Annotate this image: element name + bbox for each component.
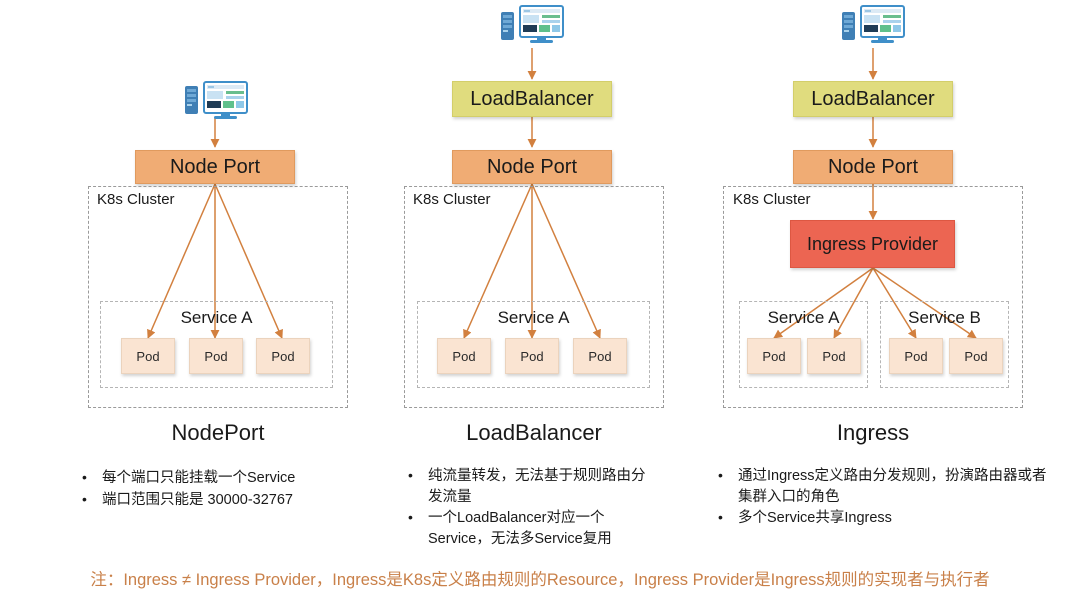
pod-box[interactable]: Pod: [949, 338, 1003, 374]
list-item: • 一个LoadBalancer对应一个Service，无法多Service复用: [408, 508, 658, 549]
bullet-dot-icon: •: [82, 469, 87, 485]
list-item: • 每个端口只能挂载一个Service: [82, 468, 382, 489]
diagram-canvas: Node Port K8s Cluster Service A Pod Pod …: [0, 0, 1080, 601]
list-item: • 通过Ingress定义路由分发规则，扮演路由器或者集群入口的角色: [718, 466, 1048, 507]
pod-box[interactable]: Pod: [573, 338, 627, 374]
bullet-list-nodeport: • 每个端口只能挂载一个Service • 端口范围只能是 30000-3276…: [82, 468, 382, 511]
service-label: Service A: [767, 308, 840, 327]
node-port-box[interactable]: Node Port: [135, 150, 295, 184]
k8s-cluster-label: K8s Cluster: [733, 191, 811, 208]
pod-box[interactable]: Pod: [747, 338, 801, 374]
node-port-box[interactable]: Node Port: [793, 150, 953, 184]
k8s-cluster-label: K8s Cluster: [413, 191, 491, 208]
list-item: • 端口范围只能是 30000-32767: [82, 490, 382, 511]
list-item: • 纯流量转发，无法基于规则路由分发流量: [408, 466, 658, 507]
column-caption-loadbalancer: LoadBalancer: [466, 420, 602, 445]
computer-server-icon: [185, 81, 248, 119]
pod-box[interactable]: Pod: [505, 338, 559, 374]
bullet-text: 一个LoadBalancer对应一个Service，无法多Service复用: [428, 510, 612, 547]
pod-box[interactable]: Pod: [437, 338, 491, 374]
column-caption-nodeport: NodePort: [171, 420, 265, 445]
service-label: Service B: [908, 308, 981, 327]
bullet-text: 端口范围只能是 30000-32767: [102, 491, 293, 508]
pod-box[interactable]: Pod: [189, 338, 243, 374]
bullet-dot-icon: •: [82, 490, 87, 507]
ingress-provider-box[interactable]: Ingress Provider: [790, 220, 955, 268]
footnote-text: 注：Ingress ≠ Ingress Provider，Ingress是K8s…: [90, 571, 990, 589]
bullet-text: 通过Ingress定义路由分发规则，扮演路由器或者集群入口的角色: [738, 468, 1047, 505]
bullet-text: 纯流量转发，无法基于规则路由分发流量: [428, 468, 646, 505]
bullet-dot-icon: •: [718, 467, 723, 483]
service-label: Service A: [180, 308, 253, 327]
pod-box[interactable]: Pod: [256, 338, 310, 374]
bullet-list-ingress: • 通过Ingress定义路由分发规则，扮演路由器或者集群入口的角色 • 多个S…: [718, 466, 1048, 530]
bullet-text: 多个Service共享Ingress: [738, 510, 892, 527]
bullet-text: 每个端口只能挂载一个Service: [102, 470, 296, 486]
bullet-list-loadbalancer: • 纯流量转发，无法基于规则路由分发流量 • 一个LoadBalancer对应一…: [408, 466, 658, 550]
k8s-cluster-label: K8s Cluster: [97, 191, 175, 208]
load-balancer-box[interactable]: LoadBalancer: [793, 81, 953, 117]
service-label: Service A: [497, 308, 570, 327]
load-balancer-box[interactable]: LoadBalancer: [452, 81, 612, 117]
bullet-dot-icon: •: [408, 467, 413, 483]
pod-box[interactable]: Pod: [121, 338, 175, 374]
list-item: • 多个Service共享Ingress: [718, 508, 1048, 529]
node-port-box[interactable]: Node Port: [452, 150, 612, 184]
column-caption-ingress: Ingress: [836, 420, 910, 445]
computer-server-icon: [501, 5, 564, 43]
pod-box[interactable]: Pod: [807, 338, 861, 374]
computer-server-icon: [842, 5, 905, 43]
bullet-dot-icon: •: [408, 509, 413, 526]
pod-box[interactable]: Pod: [889, 338, 943, 374]
bullet-dot-icon: •: [718, 509, 723, 526]
